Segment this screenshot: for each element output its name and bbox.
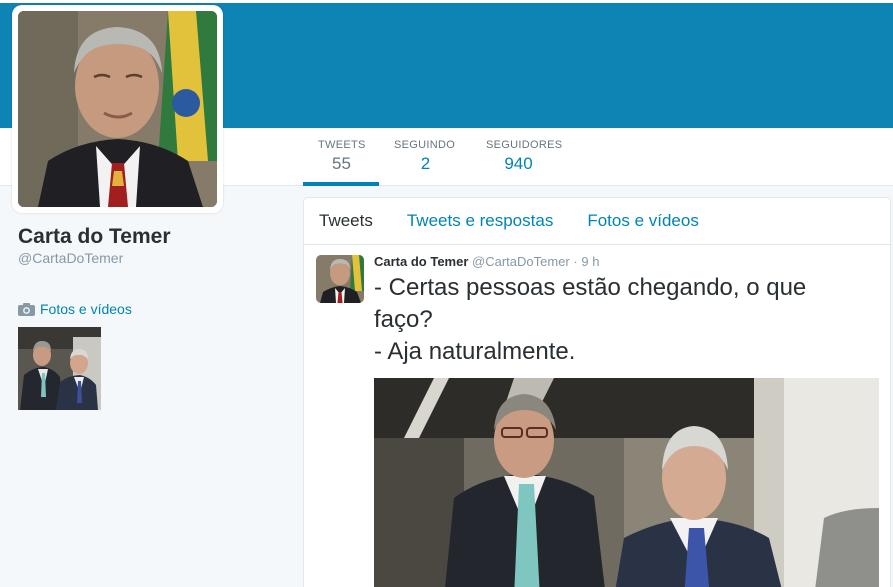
stat-value: 2 xyxy=(420,154,431,173)
tweet-photo-image xyxy=(374,378,879,587)
stat-label: TWEETS xyxy=(318,139,366,151)
profile-stats: TWEETS 55 SEGUINDO 2 SEGUIDORES 940 xyxy=(303,128,565,186)
stat-value: 940 xyxy=(504,154,533,173)
tab-photos-videos[interactable]: Fotos e vídeos xyxy=(587,211,699,231)
timeline-tabs: Tweets Tweets e respostas Fotos e vídeos xyxy=(304,198,890,245)
tweet-author-handle[interactable]: @CartaDoTemer xyxy=(472,254,570,269)
profile-name[interactable]: Carta do Temer xyxy=(18,225,171,249)
tweet-separator: · xyxy=(573,254,578,269)
tab-tweets-replies[interactable]: Tweets e respostas xyxy=(407,211,553,231)
avatar-photo xyxy=(18,11,217,207)
photos-videos-link[interactable]: Fotos e vídeos xyxy=(18,301,132,317)
tweet-avatar[interactable] xyxy=(316,255,364,303)
thumbnail-photo xyxy=(18,327,101,410)
tweet-timestamp[interactable]: 9 h xyxy=(581,254,599,269)
stat-label: SEGUIDORES xyxy=(486,139,563,151)
media-thumbnail[interactable] xyxy=(18,327,101,410)
tweet-media-photo[interactable] xyxy=(374,378,879,587)
tweet-text-line: faço? xyxy=(374,306,433,333)
stat-value: 55 xyxy=(332,154,351,173)
tweet-avatar-photo xyxy=(316,255,364,303)
stat-tweets[interactable]: TWEETS 55 xyxy=(303,128,379,186)
timeline: Tweets Tweets e respostas Fotos e vídeos… xyxy=(303,197,891,587)
tab-tweets[interactable]: Tweets xyxy=(319,211,373,231)
stat-following[interactable]: SEGUINDO 2 xyxy=(379,128,471,186)
tweet[interactable]: Carta do Temer @CartaDoTemer · 9 h - Cer… xyxy=(304,245,890,587)
tweet-text: - Certas pessoas estão chegando, o que f… xyxy=(374,272,874,368)
tweet-author-name[interactable]: Carta do Temer xyxy=(374,254,468,269)
photos-videos-label: Fotos e vídeos xyxy=(40,301,132,317)
stat-label: SEGUINDO xyxy=(394,139,456,151)
tweet-text-line: - Certas pessoas estão chegando, o que xyxy=(374,274,807,301)
profile-handle[interactable]: @CartaDoTemer xyxy=(18,250,123,266)
camera-icon xyxy=(18,302,35,316)
profile-avatar-frame[interactable] xyxy=(12,5,223,213)
tweet-text-line: - Aja naturalmente. xyxy=(374,338,576,365)
stat-followers[interactable]: SEGUIDORES 940 xyxy=(471,128,565,186)
profile-avatar[interactable] xyxy=(18,11,217,207)
tweet-header: Carta do Temer @CartaDoTemer · 9 h xyxy=(374,254,599,269)
